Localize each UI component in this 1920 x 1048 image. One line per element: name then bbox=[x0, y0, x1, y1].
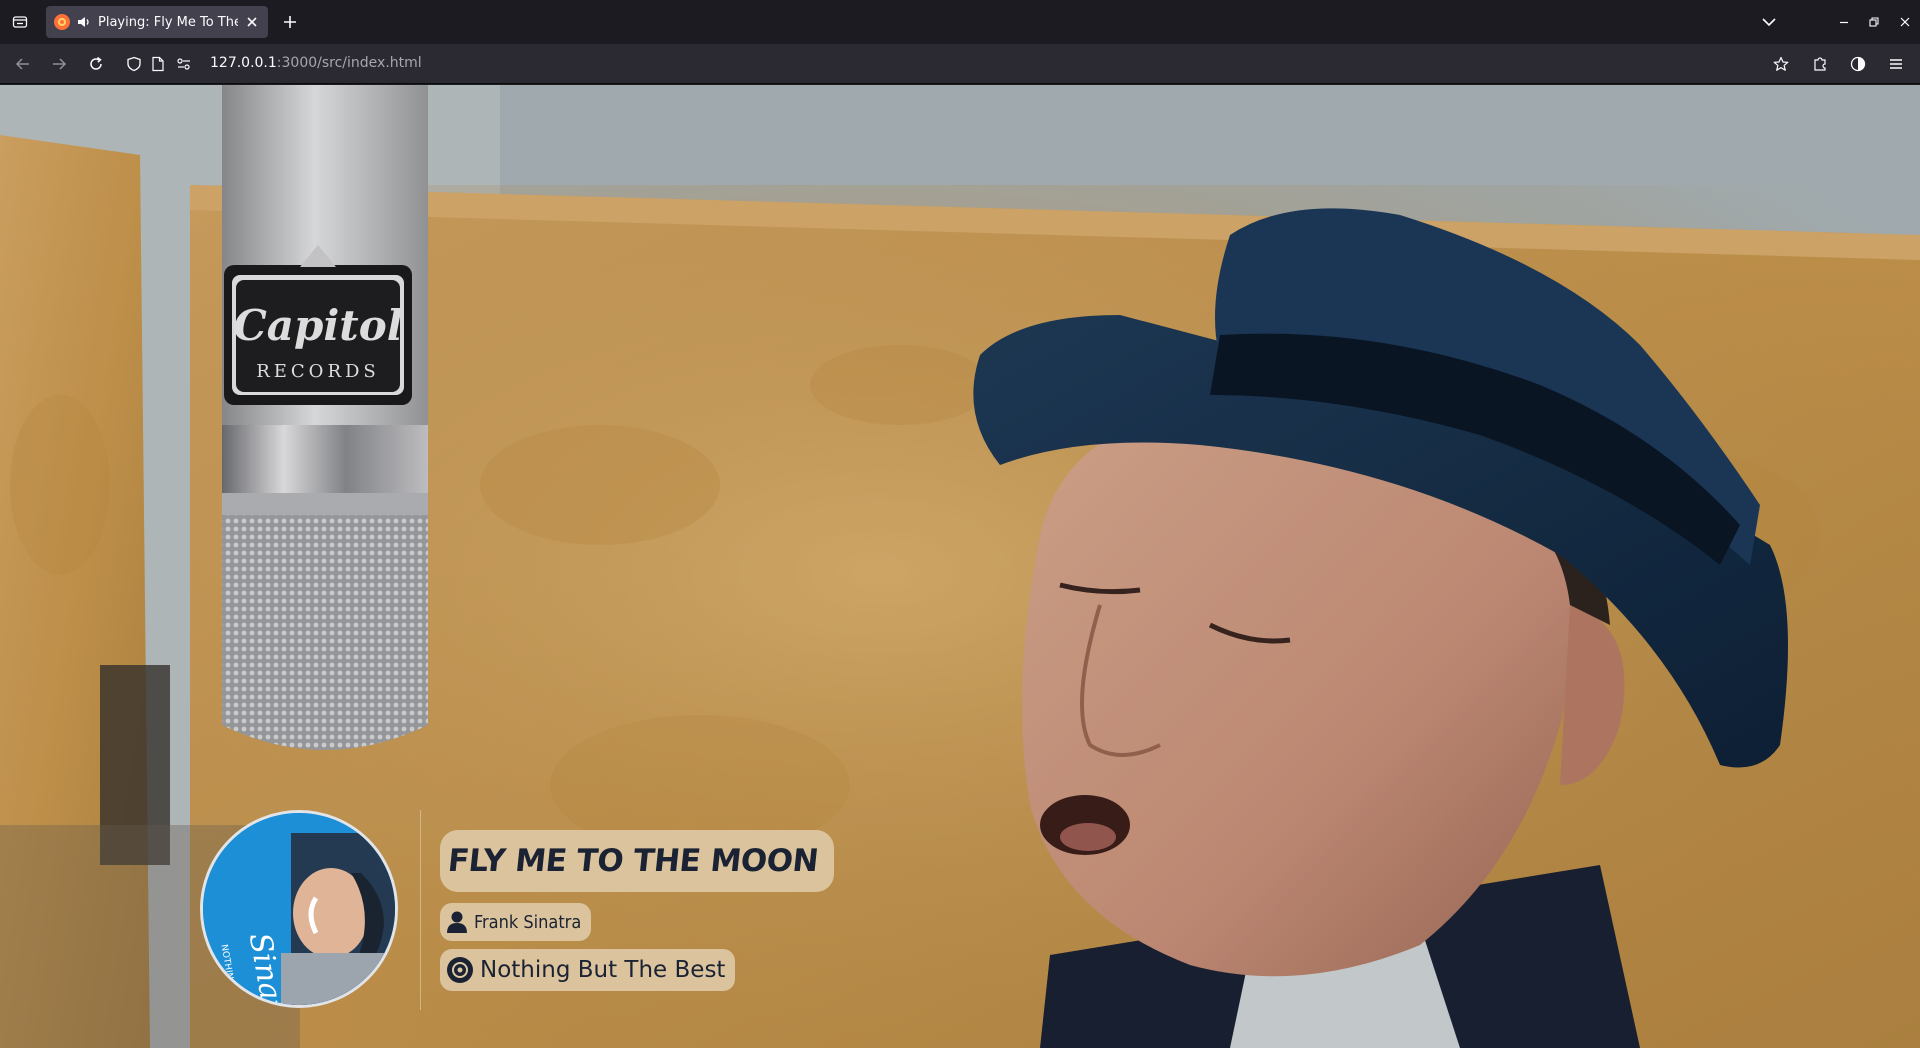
album-cover-art: Sinatra NOTHING BUT THE BEST bbox=[203, 813, 395, 1005]
firefox-view-button[interactable] bbox=[8, 10, 32, 34]
app-menu-button[interactable] bbox=[1884, 52, 1908, 76]
user-icon bbox=[447, 911, 467, 933]
bookmark-button[interactable] bbox=[1769, 52, 1793, 76]
close-icon bbox=[1900, 17, 1910, 27]
minimize-button[interactable] bbox=[1832, 10, 1856, 34]
url-host: 127.0.0.1 bbox=[210, 55, 277, 71]
page-icon bbox=[152, 56, 164, 72]
navigation-toolbar: 127.0.0.1:3000/src/index.html bbox=[0, 44, 1920, 84]
permissions-icon bbox=[177, 58, 190, 70]
menu-icon bbox=[1890, 59, 1902, 69]
album-cover[interactable]: Sinatra NOTHING BUT THE BEST bbox=[200, 810, 398, 1008]
widget-divider bbox=[420, 810, 421, 1010]
tab-list-icon bbox=[12, 16, 28, 28]
page-viewport: Capitol RECORDS Sinatra NOTHING BUT THE … bbox=[0, 85, 1920, 1048]
minimize-icon bbox=[1840, 21, 1848, 24]
list-all-tabs-button[interactable] bbox=[1757, 10, 1781, 34]
forward-button[interactable] bbox=[47, 52, 71, 76]
tab-title: Playing: Fly Me To The Moon bbox=[98, 14, 238, 30]
restore-icon bbox=[1869, 17, 1879, 27]
artist-name: Frank Sinatra bbox=[474, 911, 582, 933]
app-favicon-icon bbox=[54, 14, 70, 30]
tracking-protection-button[interactable] bbox=[122, 52, 146, 76]
song-title-pill: FLY ME TO THE MOON bbox=[440, 830, 835, 892]
url-path: :3000/src/index.html bbox=[276, 55, 422, 71]
bookmark-star-icon bbox=[1773, 56, 1789, 71]
permissions-button[interactable] bbox=[172, 52, 196, 76]
forward-icon bbox=[53, 58, 67, 70]
new-tab-button[interactable] bbox=[278, 10, 302, 34]
address-bar[interactable]: 127.0.0.1:3000/src/index.html bbox=[120, 48, 1780, 80]
chevron-down-icon bbox=[1762, 18, 1776, 27]
shield-icon bbox=[127, 56, 141, 72]
artist-pill: Frank Sinatra bbox=[440, 903, 592, 941]
now-playing-widget: Sinatra NOTHING BUT THE BEST FLY ME TO T… bbox=[200, 810, 840, 1010]
album-pill: Nothing But The Best bbox=[440, 949, 736, 991]
back-icon bbox=[15, 58, 29, 70]
tab-bar: Playing: Fly Me To The Moon bbox=[0, 0, 1920, 44]
album-name: Nothing But The Best bbox=[480, 957, 726, 983]
restore-button[interactable] bbox=[1862, 10, 1886, 34]
reload-button[interactable] bbox=[84, 52, 108, 76]
song-title: FLY ME TO THE MOON bbox=[446, 843, 820, 879]
extensions-button[interactable] bbox=[1808, 52, 1832, 76]
close-tab-icon[interactable] bbox=[244, 14, 260, 30]
extensions-icon bbox=[1814, 57, 1826, 71]
reload-icon bbox=[90, 56, 102, 70]
url-text[interactable]: 127.0.0.1:3000/src/index.html bbox=[210, 55, 422, 71]
active-tab[interactable]: Playing: Fly Me To The Moon bbox=[46, 6, 268, 38]
speaker-icon[interactable] bbox=[76, 14, 92, 30]
site-info-button[interactable] bbox=[146, 52, 170, 76]
close-window-button[interactable] bbox=[1893, 10, 1917, 34]
account-button[interactable] bbox=[1846, 52, 1870, 76]
back-button[interactable] bbox=[11, 52, 35, 76]
plus-icon bbox=[284, 16, 296, 28]
record-disc-icon bbox=[447, 957, 473, 983]
account-icon bbox=[1850, 56, 1866, 72]
